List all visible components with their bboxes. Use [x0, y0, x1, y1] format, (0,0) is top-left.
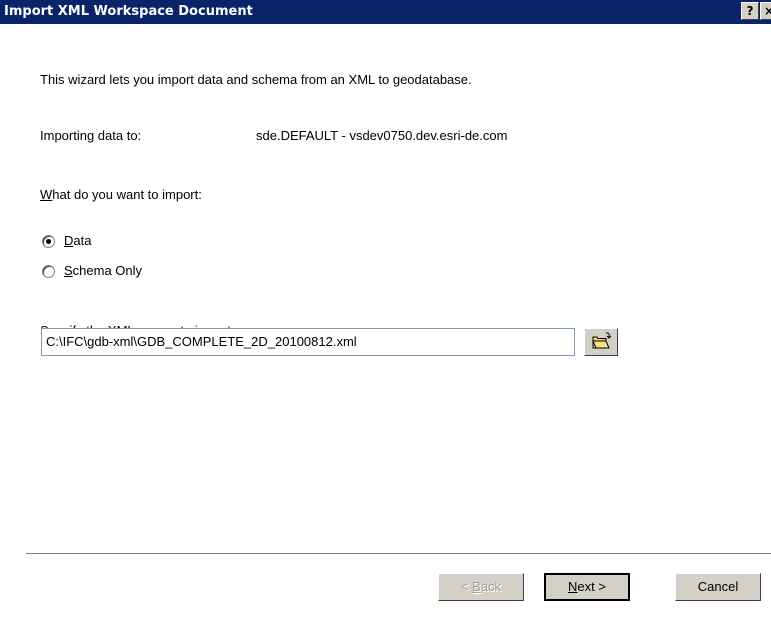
importing-value: sde.DEFAULT - vsdev0750.dev.esri-de.com	[256, 128, 508, 143]
importing-label: Importing data to:	[40, 128, 142, 143]
divider	[26, 553, 771, 555]
title-bar: Import XML Workspace Document ? ×	[0, 0, 771, 24]
cancel-button[interactable]: Cancel	[675, 573, 761, 601]
help-button[interactable]: ?	[741, 2, 759, 20]
open-folder-icon	[592, 332, 612, 349]
window-title: Import XML Workspace Document	[4, 4, 253, 19]
browse-button[interactable]	[584, 328, 618, 356]
radio-schema-only-label[interactable]: Schema Only	[64, 263, 142, 278]
radio-schema-only-indicator[interactable]	[42, 265, 55, 278]
radio-data-indicator[interactable]	[42, 235, 55, 248]
radio-data-label[interactable]: Data	[64, 233, 91, 248]
xml-source-input[interactable]: C:\IFC\gdb-xml\GDB_COMPLETE_2D_20100812.…	[41, 328, 575, 356]
close-button[interactable]: ×	[760, 2, 771, 20]
next-button[interactable]: Next >	[544, 573, 630, 601]
import-question-label: What do you want to import:	[40, 187, 202, 202]
back-button[interactable]: < Back	[438, 573, 524, 601]
intro-text: This wizard lets you import data and sch…	[40, 72, 472, 87]
